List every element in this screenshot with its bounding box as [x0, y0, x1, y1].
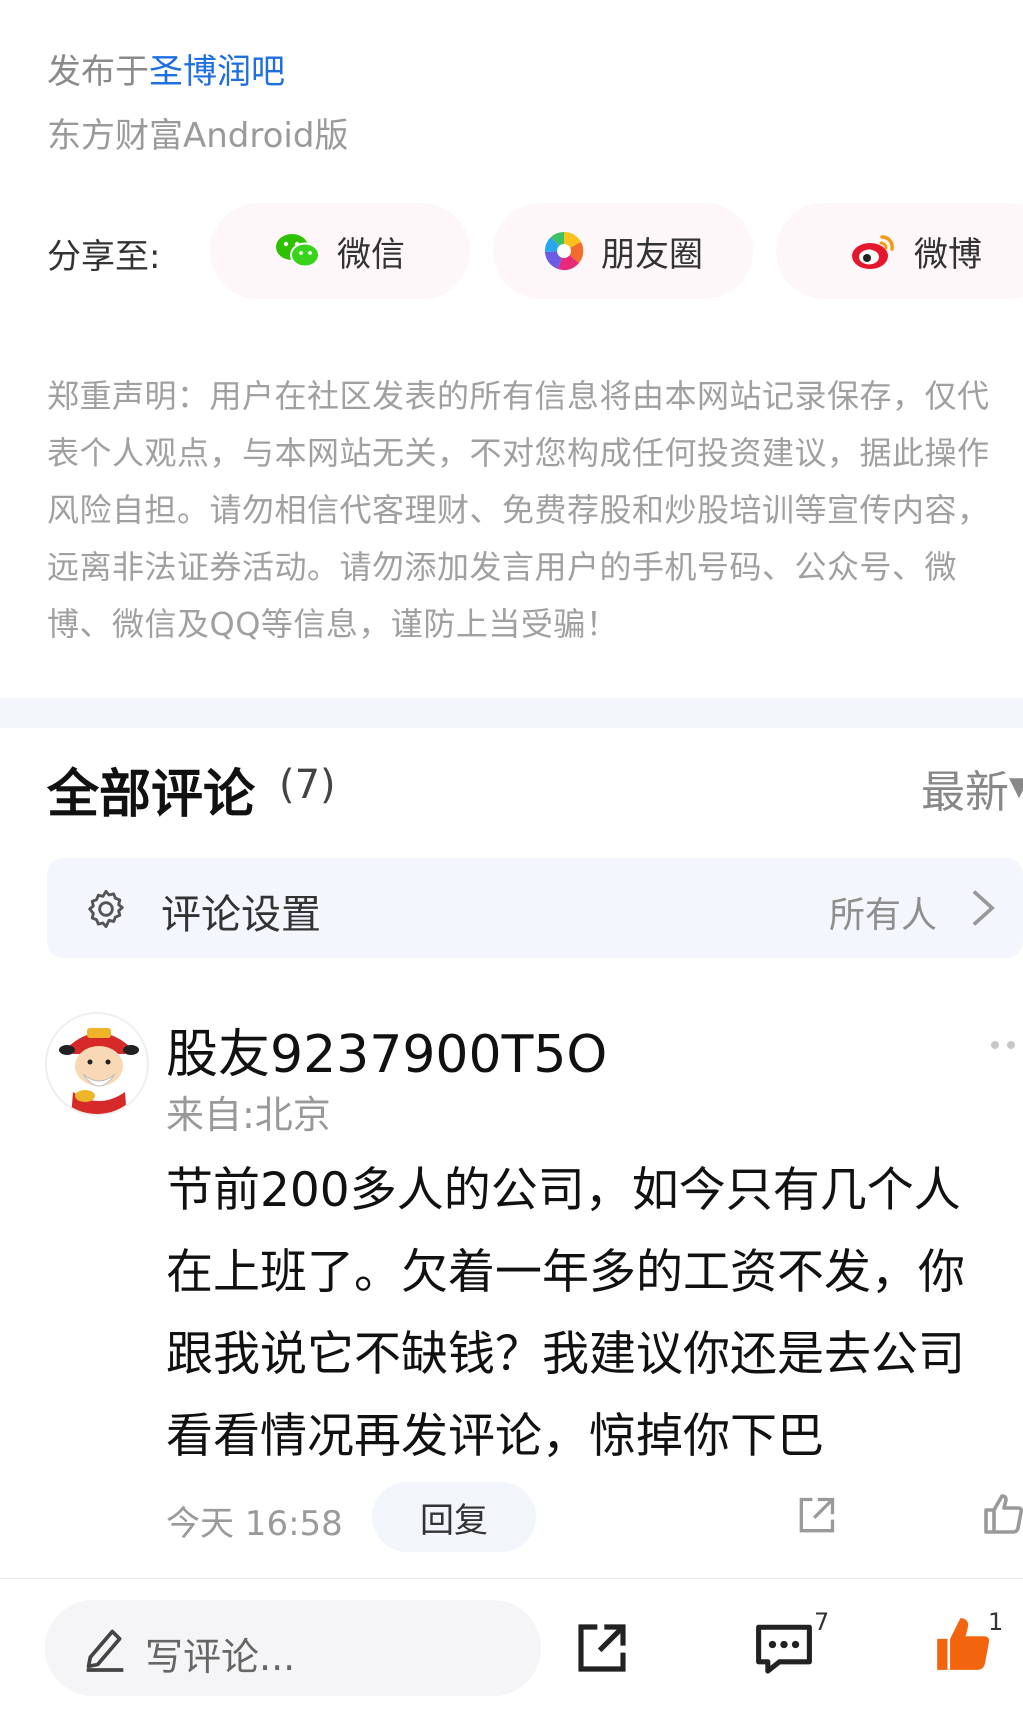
caret-down-icon[interactable]: ▼: [1009, 772, 1023, 802]
comment-body: 节前200多人的公司，如今只有几个人 在上班了。欠着一年多的工资不发，你 跟我说…: [166, 1163, 965, 1464]
comment-item: 股友9237900T5O 来自:北京 节前200多人的公司，如今只有几个人 在上…: [0, 1000, 1023, 1570]
share-weibo-label: 微博: [914, 234, 982, 275]
share-icon[interactable]: [794, 1494, 838, 1538]
thumb-up-icon[interactable]: [980, 1490, 1023, 1538]
weibo-icon: [852, 235, 894, 269]
comment-time: 今天 16:58: [166, 1504, 343, 1544]
sort-dropdown[interactable]: 最新: [921, 756, 1009, 820]
comment-count-badge: 7: [814, 1608, 830, 1636]
client-source: 东方财富Android版: [47, 116, 349, 156]
like-count-badge: 1: [988, 1608, 1004, 1636]
comment-username[interactable]: 股友9237900T5O: [166, 1012, 607, 1087]
thumb-up-filled-icon[interactable]: [932, 1612, 994, 1676]
section-divider: [0, 698, 1023, 728]
moments-icon: [544, 231, 584, 271]
comment-settings-value: 所有人: [828, 895, 937, 936]
write-comment-placeholder: 写评论...: [145, 1635, 296, 1679]
comments-title: 全部评论: [47, 765, 256, 825]
write-comment-input[interactable]: 写评论...: [45, 1600, 541, 1696]
more-options-icon[interactable]: [987, 1038, 1023, 1052]
share-label: 分享至:: [47, 237, 161, 277]
share-icon[interactable]: [574, 1620, 630, 1676]
comment-settings-label: 评论设置: [161, 892, 321, 938]
share-moments-button[interactable]: 朋友圈: [493, 203, 753, 299]
reply-button[interactable]: 回复: [372, 1482, 536, 1552]
comment-location: 来自:北京: [166, 1093, 331, 1137]
pencil-icon: [86, 1629, 124, 1672]
share-row: 分享至: 微信 朋友圈 微博: [47, 203, 1023, 299]
share-weibo-button[interactable]: 微博: [776, 203, 1023, 299]
published-in-line: 发布于圣博润吧: [47, 44, 285, 93]
gear-icon: [88, 889, 124, 929]
share-wechat-button[interactable]: 微信: [210, 203, 470, 299]
comments-header: 全部评论 (7) 最新 ▼: [47, 752, 1023, 825]
comment-settings-row[interactable]: 评论设置 所有人: [47, 858, 1023, 958]
comments-count: (7): [279, 762, 336, 808]
fortune-god-avatar-icon: [47, 1014, 147, 1114]
share-wechat-label: 微信: [337, 234, 405, 275]
share-moments-label: 朋友圈: [601, 234, 703, 275]
published-prefix: 发布于: [47, 52, 149, 92]
avatar[interactable]: [45, 1012, 149, 1116]
wechat-icon: [276, 234, 320, 268]
bottom-bar-divider: [0, 1578, 1023, 1579]
chevron-right-icon: [972, 890, 995, 926]
comment-bubble-icon[interactable]: [754, 1620, 814, 1676]
forum-link[interactable]: 圣博润吧: [149, 52, 285, 92]
disclaimer-text: 郑重声明：用户在社区发表的所有信息将由本网站记录保存，仅代表个人观点，与本网站无…: [47, 377, 990, 643]
